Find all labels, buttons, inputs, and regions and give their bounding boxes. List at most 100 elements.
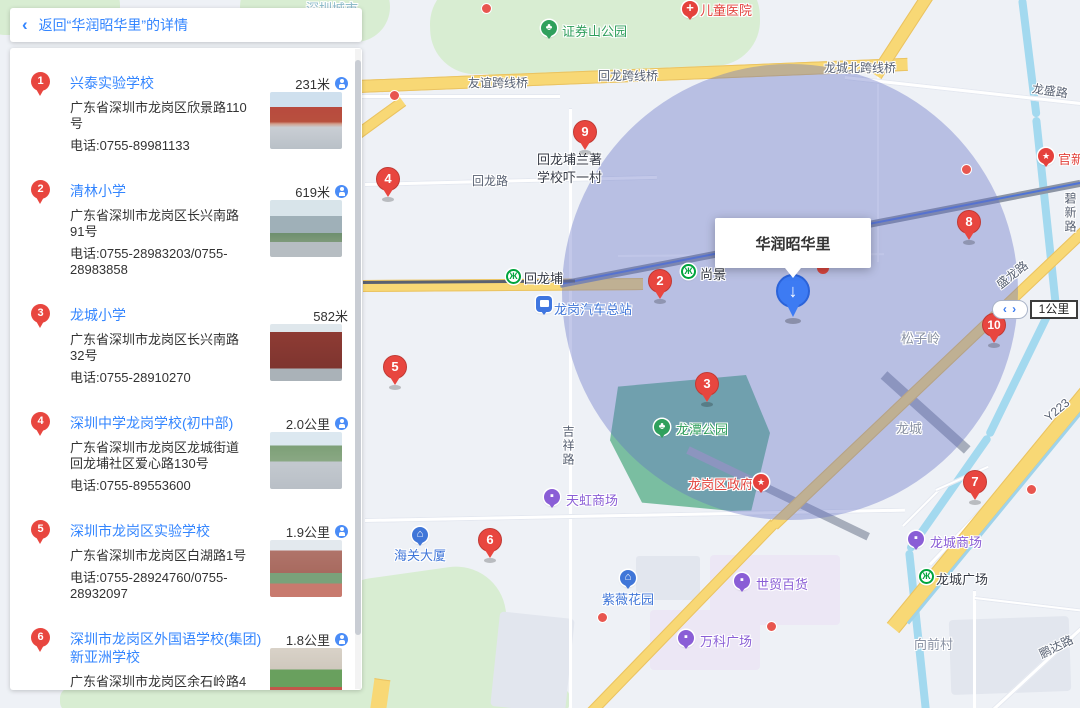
list-item[interactable]: 6 深圳市龙岗区外国语学校(集团)新亚洲学校 1.8公里 广东省深圳市龙岗区余石… [10, 618, 362, 690]
results-list-panel[interactable]: 1 兴泰实验学校 231米 广东省深圳市龙岗区欣景路110号 电话:0755-8… [10, 48, 362, 690]
poi-dot[interactable] [597, 612, 608, 623]
map-poi-label[interactable]: 龙潭公园 [676, 419, 728, 438]
distance-label: 582米 [313, 306, 348, 325]
back-title[interactable]: 返回“华润昭华里”的详情 [39, 15, 188, 35]
map-marker-7[interactable]: 7 [963, 470, 987, 494]
panorama-icon[interactable] [335, 77, 348, 90]
poi-name-link[interactable]: 龙城小学 [70, 306, 262, 324]
park-icon[interactable] [654, 419, 670, 435]
road-segment [975, 596, 1080, 613]
map-scale: 1公里 [1030, 300, 1078, 319]
map-poi-label[interactable]: 龙岗区政府 [688, 474, 753, 493]
map-poi-label[interactable]: 证券山公园 [562, 21, 627, 40]
poi-dot[interactable] [961, 164, 972, 175]
list-item[interactable]: 2 清林小学 619米 广东省深圳市龙岗区长兴南路91号 电话:0755-289… [10, 170, 362, 294]
list-pin-icon: 1 [31, 72, 50, 91]
road-segment [973, 590, 976, 708]
map-poi-label[interactable]: 天虹商场 [566, 490, 618, 509]
panorama-icon[interactable] [335, 525, 348, 538]
scrollbar-thumb[interactable] [355, 60, 361, 635]
poi-address: 广东省深圳市龙岗区长兴南路32号 [70, 332, 250, 364]
poi-dot[interactable] [481, 3, 492, 14]
star-icon[interactable] [753, 474, 769, 490]
map-label: 回龙路 [472, 172, 508, 189]
distance-label: 231米 [295, 74, 330, 93]
map-label: 吉祥路 [560, 425, 577, 467]
poi-phone: 电话:0755-89553600 [70, 478, 250, 494]
poi-meta: 1.9公里 [286, 522, 348, 541]
metro-icon[interactable] [506, 269, 521, 284]
poi-address: 广东省深圳市龙岗区长兴南路91号 [70, 208, 250, 240]
distance-label: 619米 [295, 182, 330, 201]
back-chevron-icon[interactable]: ‹ [22, 15, 28, 35]
back-header[interactable]: ‹ 返回“华润昭华里”的详情 [10, 8, 362, 42]
map-poi-label[interactable]: 龙城商场 [930, 532, 982, 551]
poi-dot[interactable] [766, 621, 777, 632]
mall-icon[interactable] [734, 573, 750, 589]
map-poi-label[interactable]: 世贸百货 [756, 574, 808, 593]
map-poi-label[interactable]: 官新 [1058, 149, 1080, 168]
map-marker-9[interactable]: 9 [573, 120, 597, 144]
poi-dot[interactable] [1026, 484, 1037, 495]
bus-icon[interactable] [536, 296, 552, 312]
list-item[interactable]: 3 龙城小学 582米 广东省深圳市龙岗区长兴南路32号 电话:0755-289… [10, 294, 362, 402]
list-pin-icon: 2 [31, 180, 50, 199]
metro-icon[interactable] [919, 569, 934, 584]
park-icon[interactable] [541, 20, 557, 36]
map-poi-label[interactable]: 龙岗汽车总站 [554, 299, 632, 318]
poi-meta: 582米 [313, 306, 348, 325]
list-pin-number: 4 [37, 415, 43, 427]
panorama-icon[interactable] [335, 185, 348, 198]
poi-thumbnail[interactable] [270, 92, 342, 149]
map-marker-4[interactable]: 4 [376, 167, 400, 191]
poi-name-link[interactable]: 兴泰实验学校 [70, 74, 262, 92]
map-marker-6[interactable]: 6 [478, 528, 502, 552]
metro-icon[interactable] [681, 264, 696, 279]
list-item[interactable]: 4 深圳中学龙岗学校(初中部) 2.0公里 广东省深圳市龙岗区龙城街道回龙埔社区… [10, 402, 362, 510]
pano-toggle[interactable]: ‹ › [992, 300, 1028, 319]
mall-icon[interactable] [908, 531, 924, 547]
map-marker-2[interactable]: 2 [648, 269, 672, 293]
map-poi-label[interactable]: 学校吓一村 [537, 167, 602, 186]
center-tooltip: 华润昭华里 [715, 218, 871, 268]
poi-name-link[interactable]: 深圳中学龙岗学校(初中部) [70, 414, 262, 432]
star-icon[interactable] [1038, 148, 1054, 164]
map-poi-label[interactable]: 回龙埔兰著 [537, 149, 602, 168]
poi-thumbnail[interactable] [270, 648, 342, 690]
map-marker-8[interactable]: 8 [957, 210, 981, 234]
list-item[interactable]: 1 兴泰实验学校 231米 广东省深圳市龙岗区欣景路110号 电话:0755-8… [10, 62, 362, 170]
list-pin-number: 5 [37, 523, 43, 535]
poi-thumbnail[interactable] [270, 324, 342, 381]
poi-meta: 1.8公里 [286, 630, 348, 649]
road-segment [569, 108, 572, 708]
map-marker-5[interactable]: 5 [383, 355, 407, 379]
poi-name-link[interactable]: 清林小学 [70, 182, 262, 200]
poi-phone: 电话:0755-89981133 [70, 138, 250, 154]
map-poi-label[interactable]: 龙城广场 [936, 569, 988, 588]
poi-thumbnail[interactable] [270, 432, 342, 489]
list-pin-icon: 5 [31, 520, 50, 539]
map-poi-label[interactable]: 万科广场 [700, 631, 752, 650]
mall-icon[interactable] [678, 630, 694, 646]
building-icon[interactable] [412, 527, 428, 543]
poi-thumbnail[interactable] [270, 540, 342, 597]
poi-thumbnail[interactable] [270, 200, 342, 257]
map-label: 回龙跨线桥 [598, 67, 658, 84]
poi-address: 广东省深圳市龙岗区龙城街道回龙埔社区爱心路130号 [70, 440, 250, 472]
list-item[interactable]: 5 深圳市龙岗区实验学校 1.9公里 广东省深圳市龙岗区白湖路1号 电话:075… [10, 510, 362, 618]
distance-label: 2.0公里 [286, 414, 330, 433]
map-marker-3[interactable]: 3 [695, 372, 719, 396]
distance-label: 1.9公里 [286, 522, 330, 541]
map-label: 龙城 [896, 418, 922, 437]
panorama-icon[interactable] [335, 633, 348, 646]
poi-name-link[interactable]: 深圳市龙岗区外国语学校(集团)新亚洲学校 [70, 630, 262, 666]
map-poi-label[interactable]: 回龙埔 [524, 268, 563, 287]
map-poi-label[interactable]: 儿童医院 [700, 0, 752, 19]
map-app: { "header": { "back_label": "返回“华润昭华里”的详… [0, 0, 1080, 708]
hospital-icon[interactable] [682, 1, 698, 17]
panorama-icon[interactable] [335, 417, 348, 430]
poi-name-link[interactable]: 深圳市龙岗区实验学校 [70, 522, 262, 540]
building-icon[interactable] [620, 570, 636, 586]
poi-dot[interactable] [389, 90, 400, 101]
mall-icon[interactable] [544, 489, 560, 505]
